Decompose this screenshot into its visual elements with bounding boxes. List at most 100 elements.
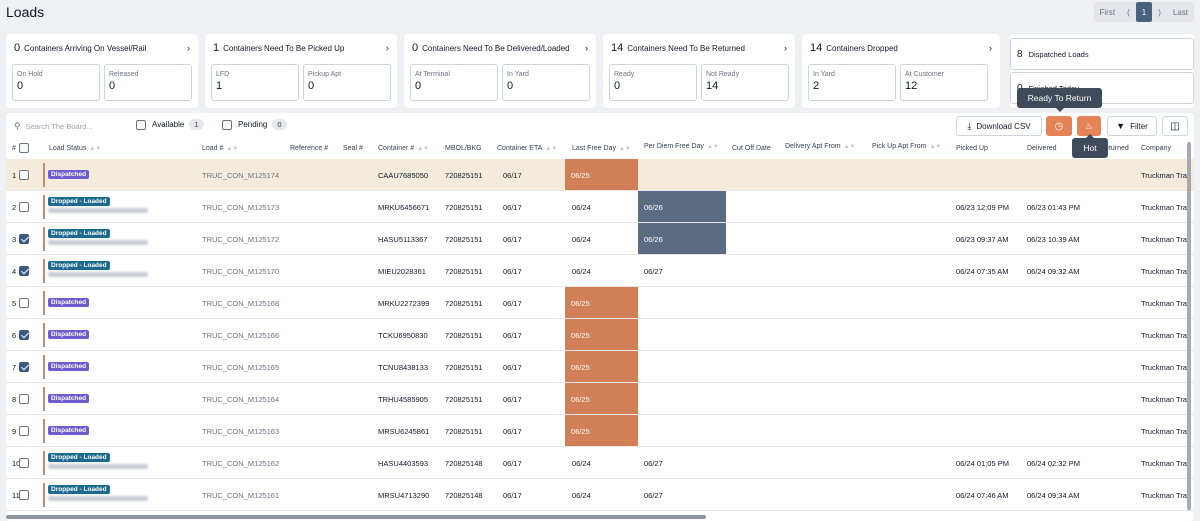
chevron-right-icon[interactable]: ›: [386, 43, 389, 53]
col-mbol[interactable]: MBOL/BKG: [445, 145, 482, 152]
page-title: Loads: [6, 4, 45, 20]
row-checkbox[interactable]: [19, 170, 29, 181]
table-row[interactable]: 11 Dropped - Loaded TRUC_CON_M125161 MRSU47…: [6, 479, 1194, 511]
row-checkbox[interactable]: [19, 394, 29, 405]
col-seal[interactable]: Seal #: [343, 145, 363, 152]
load-number[interactable]: TRUC_CON_M125163: [202, 427, 279, 436]
filter-label: Filter: [1130, 121, 1148, 131]
table-row[interactable]: 8 Dispatched TRUC_CON_M125164 TRHU4585905 72…: [6, 383, 1194, 415]
row-checkbox[interactable]: [19, 458, 29, 469]
subcard-released[interactable]: Released 0: [104, 64, 192, 101]
row-number: 9: [12, 427, 17, 436]
pager-last[interactable]: Last: [1167, 2, 1194, 22]
dispatched-loads-row[interactable]: 8 Dispatched Loads: [1010, 38, 1194, 70]
pager-current[interactable]: 1: [1135, 2, 1153, 22]
available-filter[interactable]: Available 1: [136, 119, 204, 130]
table-row[interactable]: 6 Dispatched TRUC_CON_M125166 TCKU6950830 72…: [6, 319, 1194, 351]
ready-to-return-button[interactable]: ◷: [1046, 116, 1072, 136]
card-delivered[interactable]: 0 Containers Need To Be Delivered/Loaded ›…: [404, 34, 596, 108]
row-checkbox[interactable]: [19, 330, 29, 341]
row-number: 8: [12, 395, 17, 404]
load-number[interactable]: TRUC_CON_M125162: [202, 459, 279, 468]
table-row[interactable]: 2 Dropped - Loaded TRUC_CON_M125173 MRKU645…: [6, 191, 1194, 223]
col-load-status[interactable]: Load Status ▲▼: [49, 145, 101, 152]
vertical-scrollbar[interactable]: [1187, 142, 1191, 510]
company-name: Truckman Tra: [1141, 299, 1187, 308]
col-picked-up[interactable]: Picked Up: [956, 145, 988, 152]
search-input[interactable]: ⚲ Search The Board...: [14, 118, 132, 134]
row-checkbox[interactable]: [19, 362, 29, 373]
load-number[interactable]: TRUC_CON_M125170: [202, 267, 279, 276]
row-checkbox[interactable]: [19, 426, 29, 437]
row-checkbox[interactable]: [19, 266, 29, 277]
table-row[interactable]: 9 Dispatched TRUC_CON_M125163 MRSU6245861 72…: [6, 415, 1194, 447]
col-delivered[interactable]: Delivered: [1027, 145, 1057, 152]
col-company[interactable]: Company: [1141, 145, 1171, 152]
table-row[interactable]: 5 Dispatched TRUC_CON_M125168 MRKU2272399 72…: [6, 287, 1194, 319]
available-checkbox[interactable]: [136, 119, 146, 130]
load-number[interactable]: TRUC_CON_M125161: [202, 491, 279, 500]
row-status-bar: [43, 259, 45, 283]
row-checkbox[interactable]: [19, 234, 29, 245]
download-csv-button[interactable]: ⤓ Download CSV: [956, 116, 1042, 136]
pending-filter[interactable]: Pending 0: [222, 119, 287, 130]
horizontal-scrollbar[interactable]: [6, 515, 706, 519]
table-row[interactable]: 7 Dispatched TRUC_CON_M125165 TCNU8438133 72…: [6, 351, 1194, 383]
subcard-value: 0: [308, 80, 315, 92]
chevron-right-icon[interactable]: ›: [585, 43, 588, 53]
pager-first[interactable]: First: [1094, 2, 1122, 22]
card-pickup[interactable]: 1 Containers Need To Be Picked Up › LFD 1 P…: [205, 34, 397, 108]
table-row[interactable]: 10 Dropped - Loaded TRUC_CON_M125162 HASU44…: [6, 447, 1194, 479]
pager-next[interactable]: ): [1152, 2, 1167, 22]
pending-checkbox[interactable]: [222, 119, 232, 130]
subcard-ready[interactable]: Ready 0: [609, 64, 697, 101]
row-number: 4: [12, 267, 17, 276]
subcard-pickup-apt[interactable]: Pickup Apt 0: [303, 64, 391, 101]
col-container[interactable]: Container # ▲▼: [378, 145, 429, 152]
row-checkbox[interactable]: [19, 490, 29, 501]
table-row[interactable]: 3 Dropped - Loaded TRUC_CON_M125172 HASU511…: [6, 223, 1194, 255]
subcard-on-hold[interactable]: On Hold 0: [12, 64, 100, 101]
subcard-at-customer[interactable]: At Customer 12: [900, 64, 988, 101]
chevron-right-icon[interactable]: ›: [187, 43, 190, 53]
columns-button[interactable]: ◫: [1162, 116, 1188, 136]
col-reference[interactable]: Reference #: [290, 145, 328, 152]
card-returned[interactable]: 14 Containers Need To Be Returned › Ready 0…: [603, 34, 795, 108]
subcard-not-ready[interactable]: Not Ready 14: [701, 64, 789, 101]
col-eta[interactable]: Container ETA ▲▼: [497, 145, 557, 152]
row-checkbox[interactable]: [19, 298, 29, 309]
chevron-right-icon[interactable]: ›: [784, 43, 787, 53]
load-number[interactable]: TRUC_CON_M125164: [202, 395, 279, 404]
col-delivery-apt[interactable]: Delivery Apt From ▲▼: [785, 143, 856, 150]
col-last-free-day[interactable]: Last Free Day ▲▼: [572, 145, 631, 152]
col-pickup-apt[interactable]: Pick Up Apt From ▲▼: [872, 143, 941, 150]
load-number[interactable]: TRUC_CON_M125165: [202, 363, 279, 372]
select-all-checkbox[interactable]: [19, 143, 29, 153]
load-number[interactable]: TRUC_CON_M125174: [202, 171, 279, 180]
table-row[interactable]: 4 Dropped - Loaded TRUC_CON_M125170 MIEU202…: [6, 255, 1194, 287]
chevron-right-icon[interactable]: ›: [989, 43, 992, 53]
load-number[interactable]: TRUC_CON_M125172: [202, 235, 279, 244]
subcard-at-terminal[interactable]: At Terminal 0: [410, 64, 498, 101]
card-count: 14: [611, 42, 624, 54]
subcard-in-yard-dropped[interactable]: In Yard 2: [808, 64, 896, 101]
load-number[interactable]: TRUC_CON_M125166: [202, 331, 279, 340]
card-dropped[interactable]: 14 Containers Dropped › In Yard 2 At Custom…: [802, 34, 1000, 108]
load-number[interactable]: TRUC_CON_M125168: [202, 299, 279, 308]
subcard-in-yard[interactable]: In Yard 0: [502, 64, 590, 101]
col-per-diem[interactable]: Per Diem Free Day ▲▼: [644, 143, 719, 150]
filter-button[interactable]: ▼ Filter: [1107, 116, 1157, 136]
card-arriving[interactable]: 0 Containers Arriving On Vessel/Rail › On …: [6, 34, 198, 108]
load-number[interactable]: TRUC_CON_M125173: [202, 203, 279, 212]
col-cut-off[interactable]: Cut Off Date: [732, 145, 771, 152]
company-name: Truckman Tra: [1141, 363, 1187, 372]
table-row[interactable]: 1 Dispatched TRUC_CON_M125174 CAAU7685050 72…: [6, 159, 1194, 191]
pager-prev[interactable]: (: [1121, 2, 1136, 22]
per-diem-free-day: 06/27: [644, 491, 663, 500]
col-load-number[interactable]: Load # ▲▼: [202, 145, 238, 152]
last-free-day: 06/24: [572, 235, 591, 244]
subcard-lfd[interactable]: LFD 1: [211, 64, 299, 101]
pagination: First ( 1 ) Last: [1093, 2, 1194, 22]
row-checkbox[interactable]: [19, 202, 29, 213]
card-count: 14: [810, 42, 823, 54]
